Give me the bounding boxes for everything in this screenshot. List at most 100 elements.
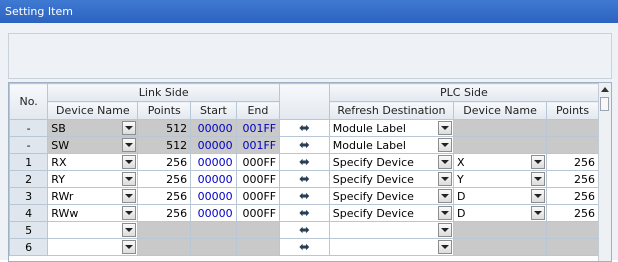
refresh-destination-combo[interactable] <box>328 221 455 239</box>
device-dropdown-icon[interactable] <box>122 172 137 186</box>
device-name-combo[interactable]: RX <box>47 153 139 171</box>
refresh-dropdown-icon[interactable] <box>438 121 452 135</box>
refresh-destination-value: Module Label <box>332 121 406 135</box>
device-dropdown-icon[interactable] <box>122 223 137 237</box>
plc-device-dropdown-icon[interactable] <box>531 172 546 186</box>
refresh-dropdown-icon[interactable] <box>438 240 452 254</box>
end-cell: 000FF <box>235 204 281 222</box>
device-name-value: RX <box>51 155 67 169</box>
plc-device-cell <box>452 136 548 154</box>
table-row[interactable]: - SB 512 00000 001FF ⬌ Module Label <box>9 119 599 137</box>
table-row[interactable]: 3 RWr 256 00000 000FF ⬌ Specify Device D 256 <box>9 187 599 205</box>
points-cell: 512 <box>137 136 192 154</box>
device-name-combo[interactable]: SW <box>47 136 139 154</box>
header-plc-points: Points <box>546 101 599 120</box>
plc-device-dropdown-icon[interactable] <box>531 206 546 220</box>
double-arrow-icon: ⬌ <box>279 153 330 171</box>
points-cell: 256 <box>137 153 192 171</box>
double-arrow-icon: ⬌ <box>279 238 330 256</box>
refresh-dropdown-icon[interactable] <box>438 206 452 220</box>
plc-device-combo[interactable]: X <box>452 153 548 171</box>
plc-device-combo[interactable]: Y <box>452 170 548 188</box>
vertical-scrollbar[interactable] <box>598 83 611 261</box>
double-arrow-icon: ⬌ <box>279 187 330 205</box>
refresh-dropdown-icon[interactable] <box>438 172 452 186</box>
plc-points-cell: 256 <box>546 153 599 171</box>
refresh-destination-combo[interactable] <box>328 238 455 256</box>
scroll-up-icon[interactable] <box>601 87 609 92</box>
row-number: 1 <box>9 153 49 171</box>
header-points: Points <box>137 101 192 120</box>
window-title: Setting Item <box>5 5 73 18</box>
refresh-destination-combo[interactable]: Specify Device <box>328 153 455 171</box>
settings-panel: No. Link Side PLC Side Device Name Point… <box>0 23 618 262</box>
refresh-dropdown-icon[interactable] <box>438 223 452 237</box>
table-row[interactable]: 2 RY 256 00000 000FF ⬌ Specify Device Y 256 <box>9 170 599 188</box>
table-row[interactable]: 5 ⬌ <box>9 221 599 239</box>
device-name-combo[interactable] <box>47 221 139 239</box>
double-arrow-icon: ⬌ <box>279 119 330 137</box>
device-name-combo[interactable]: RWr <box>47 187 139 205</box>
header-refresh-destination: Refresh Destination <box>328 101 455 120</box>
points-cell: 256 <box>137 170 192 188</box>
end-cell <box>235 221 281 239</box>
device-name-combo[interactable]: RWw <box>47 204 139 222</box>
header-plc-device-name: Device Name <box>452 101 548 120</box>
plc-device-value: Y <box>457 172 464 186</box>
start-cell: 00000 <box>190 187 237 205</box>
refresh-destination-combo[interactable]: Specify Device <box>328 170 455 188</box>
plc-device-cell <box>452 221 548 239</box>
device-name-combo[interactable] <box>47 238 139 256</box>
points-cell <box>137 221 192 239</box>
setting-description-area <box>8 33 612 79</box>
plc-device-combo[interactable]: D <box>452 204 548 222</box>
end-cell: 001FF <box>235 136 281 154</box>
refresh-dropdown-icon[interactable] <box>438 138 452 152</box>
refresh-destination-combo[interactable]: Module Label <box>328 136 455 154</box>
plc-device-dropdown-icon[interactable] <box>531 189 546 203</box>
refresh-dropdown-icon[interactable] <box>438 155 452 169</box>
start-cell: 00000 <box>190 170 237 188</box>
plc-device-value: D <box>457 206 466 220</box>
table-row[interactable]: 6 ⬌ <box>9 238 599 256</box>
device-dropdown-icon[interactable] <box>122 155 137 169</box>
table-row[interactable]: - SW 512 00000 001FF ⬌ Module Label <box>9 136 599 154</box>
end-cell: 000FF <box>235 170 281 188</box>
refresh-destination-combo[interactable]: Module Label <box>328 119 455 137</box>
refresh-destination-combo[interactable]: Specify Device <box>328 204 455 222</box>
device-dropdown-icon[interactable] <box>122 206 137 220</box>
plc-device-dropdown-icon[interactable] <box>531 155 546 169</box>
scrollbar-thumb[interactable] <box>600 97 609 111</box>
refresh-destination-value: Specify Device <box>332 206 414 220</box>
double-arrow-icon: ⬌ <box>279 170 330 188</box>
plc-points-cell: 256 <box>546 187 599 205</box>
refresh-destination-combo[interactable]: Specify Device <box>328 187 455 205</box>
plc-device-combo[interactable]: D <box>452 187 548 205</box>
start-cell: 00000 <box>190 136 237 154</box>
device-dropdown-icon[interactable] <box>122 189 137 203</box>
plc-points-cell: 256 <box>546 170 599 188</box>
device-dropdown-icon[interactable] <box>122 121 137 135</box>
device-name-value: RWr <box>51 189 74 203</box>
device-name-combo[interactable]: SB <box>47 119 139 137</box>
device-name-value: RWw <box>51 206 79 220</box>
row-number: 3 <box>9 187 49 205</box>
device-name-value: SW <box>51 138 70 152</box>
refresh-destination-value: Specify Device <box>332 189 414 203</box>
end-cell: 000FF <box>235 187 281 205</box>
device-dropdown-icon[interactable] <box>122 240 137 254</box>
header-plc-side: PLC Side <box>328 83 600 102</box>
table-row[interactable]: 1 RX 256 00000 000FF ⬌ Specify Device X 256 <box>9 153 599 171</box>
start-cell <box>190 238 237 256</box>
refresh-destination-value: Specify Device <box>332 155 414 169</box>
plc-device-value: D <box>457 189 466 203</box>
table-row[interactable]: 4 RWw 256 00000 000FF ⬌ Specify Device D 256 <box>9 204 599 222</box>
device-dropdown-icon[interactable] <box>122 138 137 152</box>
refresh-dropdown-icon[interactable] <box>438 189 452 203</box>
title-bar: Setting Item <box>0 0 618 23</box>
plc-device-value: X <box>457 155 465 169</box>
device-name-combo[interactable]: RY <box>47 170 139 188</box>
double-arrow-icon: ⬌ <box>279 136 330 154</box>
points-cell: 512 <box>137 119 192 137</box>
row-number: - <box>9 119 49 137</box>
